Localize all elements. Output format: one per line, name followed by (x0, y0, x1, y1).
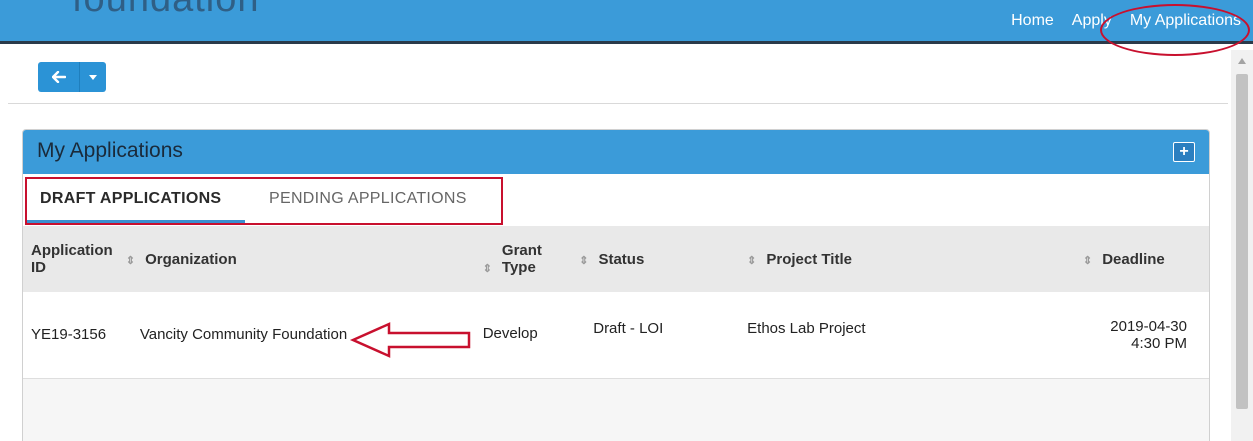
application-tabs: DRAFT APPLICATIONS PENDING APPLICATIONS (23, 174, 1209, 226)
col-header-application-id[interactable]: Application ID (23, 226, 126, 292)
top-nav: Home Apply My Applications (1011, 12, 1241, 30)
cell-deadline: 2019-04-30 4:30 PM (1083, 292, 1209, 378)
cell-organization: Vancity Community Foundation (139, 326, 348, 344)
sort-icon: ⇕ (1083, 254, 1093, 267)
table-header-row: Application ID ⇕ Organization ⇕Grant Type… (23, 226, 1209, 292)
top-header: foundation Home Apply My Applications (0, 0, 1253, 44)
back-dropdown-button[interactable] (80, 62, 106, 92)
add-application-button[interactable]: + (1173, 142, 1195, 162)
nav-apply-link[interactable]: Apply (1072, 12, 1112, 30)
panel-title: My Applications (37, 139, 183, 162)
vertical-scrollbar[interactable] (1231, 50, 1253, 441)
tab-pending-applications[interactable]: PENDING APPLICATIONS (269, 190, 467, 208)
page: foundation Home Apply My Applications (0, 0, 1253, 441)
panel-header: My Applications + (23, 130, 1209, 174)
table-row[interactable]: YE19-3156 Vancity Community Foundation D… (23, 292, 1209, 378)
my-applications-panel: My Applications + DRAFT APPLICATIONS PEN… (22, 129, 1210, 441)
toolbar (8, 58, 1228, 104)
deadline-date: 2019-04-30 (1110, 317, 1187, 335)
nav-home-link[interactable]: Home (1011, 12, 1054, 30)
col-header-status[interactable]: ⇕ Status (579, 226, 747, 292)
sort-icon: ⇕ (482, 263, 492, 275)
sort-icon: ⇕ (579, 254, 589, 267)
col-header-organization[interactable]: ⇕ Organization (126, 226, 483, 292)
applications-table: Application ID ⇕ Organization ⇕Grant Type… (23, 226, 1209, 441)
cell-grant-type: Develop (482, 325, 538, 343)
cell-status: Draft - LOI (593, 320, 664, 338)
scroll-up-arrow-icon[interactable] (1238, 58, 1246, 64)
scroll-thumb[interactable] (1236, 74, 1248, 409)
back-button[interactable] (38, 62, 80, 92)
plus-icon: + (1179, 143, 1189, 160)
sort-icon: ⇕ (125, 254, 136, 267)
sort-icon: ⇕ (747, 254, 757, 267)
cell-project-title: Ethos Lab Project (747, 320, 866, 338)
caret-down-icon (89, 74, 97, 80)
col-header-project-title[interactable]: ⇕ Project Title (747, 226, 1083, 292)
back-button-group (38, 62, 106, 92)
col-header-grant-type[interactable]: ⇕Grant Type (483, 226, 580, 292)
active-tab-underline (27, 220, 245, 223)
cell-application-id: YE19-3156 (31, 326, 107, 344)
empty-row (23, 378, 1209, 441)
tab-draft-applications[interactable]: DRAFT APPLICATIONS (40, 190, 221, 208)
deadline-time: 4:30 PM (1131, 334, 1187, 352)
col-header-deadline[interactable]: ⇕ Deadline (1083, 226, 1209, 292)
arrow-left-icon (51, 71, 66, 83)
nav-my-applications-link[interactable]: My Applications (1130, 12, 1241, 30)
brand-logo-text: foundation (72, 0, 260, 21)
